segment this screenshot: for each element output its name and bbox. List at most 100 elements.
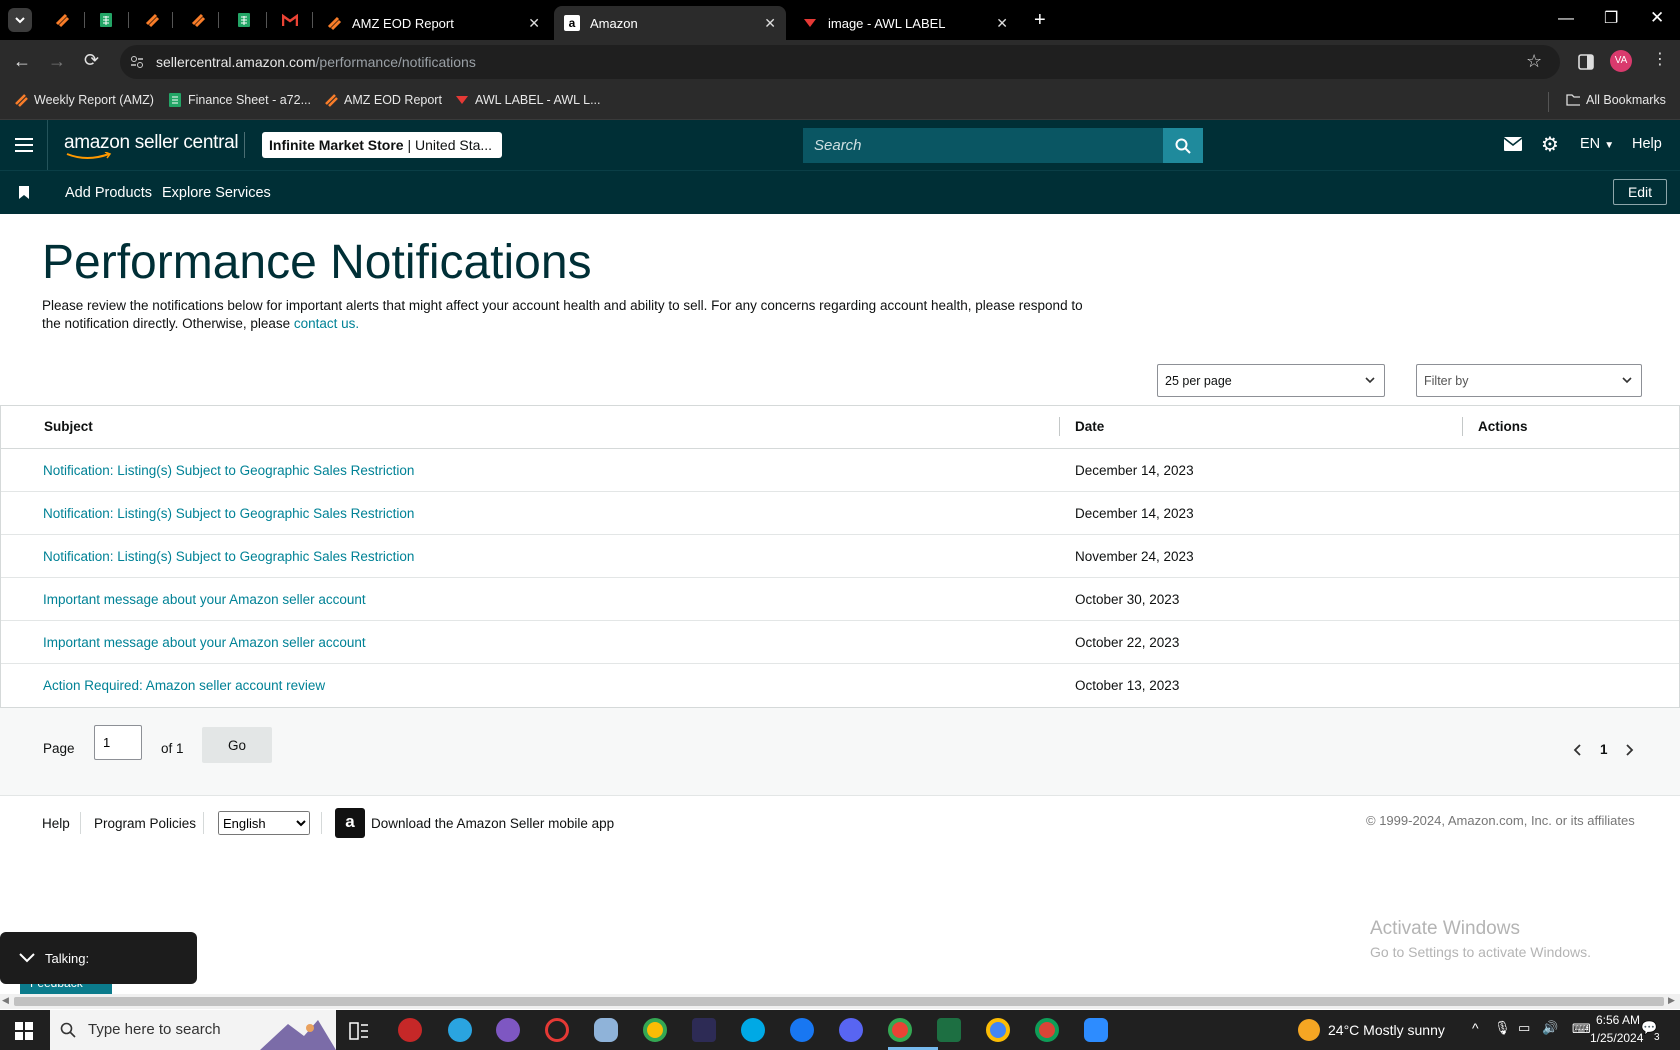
new-tab-icon[interactable]: + bbox=[1034, 9, 1046, 32]
notification-subject-link[interactable]: Important message about your Amazon sell… bbox=[43, 635, 366, 650]
footer-policies-link[interactable]: Program Policies bbox=[94, 816, 196, 831]
volume-icon[interactable]: 🔊 bbox=[1542, 1020, 1558, 1036]
site-info-icon[interactable] bbox=[130, 55, 144, 69]
col-subject[interactable]: Subject bbox=[44, 419, 93, 434]
chrome-icon[interactable] bbox=[643, 1018, 667, 1042]
side-panel-icon[interactable] bbox=[1578, 54, 1594, 70]
contact-us-link[interactable]: contact us. bbox=[294, 316, 359, 331]
clock-time[interactable]: 6:56 AM bbox=[1596, 1013, 1640, 1027]
pinned-tab-gradient-2[interactable] bbox=[140, 8, 164, 32]
nav-explore-services[interactable]: Explore Services bbox=[162, 185, 271, 201]
tray-overflow-icon[interactable]: ^ bbox=[1472, 1020, 1479, 1036]
windows-start-icon[interactable] bbox=[15, 1022, 33, 1040]
chevron-right-icon[interactable] bbox=[1624, 744, 1634, 756]
col-date[interactable]: Date bbox=[1075, 419, 1104, 434]
reload-icon[interactable]: ⟳ bbox=[84, 50, 99, 71]
chrome-profile-2-icon[interactable] bbox=[986, 1018, 1010, 1042]
settings-gear-icon[interactable]: ⚙ bbox=[1541, 132, 1559, 157]
taskbar-app-red-icon[interactable] bbox=[398, 1018, 422, 1042]
intro-text: Please review the notifications below fo… bbox=[42, 297, 1102, 333]
skype-icon[interactable] bbox=[741, 1018, 765, 1042]
discord-icon[interactable] bbox=[839, 1018, 863, 1042]
nav-add-products[interactable]: Add Products bbox=[65, 185, 152, 201]
filter-select[interactable]: Filter by bbox=[1416, 364, 1642, 397]
taskbar-app-clock-icon[interactable] bbox=[692, 1018, 716, 1042]
current-page[interactable]: 1 bbox=[1600, 742, 1608, 757]
language-select[interactable]: English bbox=[218, 811, 310, 835]
notification-subject-link[interactable]: Notification: Listing(s) Subject to Geog… bbox=[43, 463, 414, 478]
restore-icon[interactable]: ❐ bbox=[1604, 8, 1618, 28]
scroll-left-icon[interactable]: ◀ bbox=[2, 995, 9, 1006]
search-button[interactable] bbox=[1163, 128, 1203, 163]
bookmark-finance-sheet[interactable]: Finance Sheet - a72... bbox=[168, 93, 311, 107]
language-switcher[interactable]: EN ▼ bbox=[1580, 136, 1614, 152]
per-page-select[interactable]: 25 per page bbox=[1157, 364, 1385, 397]
scrollbar-thumb[interactable] bbox=[14, 997, 1664, 1006]
all-bookmarks[interactable]: All Bookmarks bbox=[1566, 93, 1666, 107]
edit-nav-button[interactable]: Edit bbox=[1613, 179, 1667, 205]
microphone-icon[interactable]: 🎙 bbox=[1494, 1020, 1511, 1036]
tab-amz-eod-report[interactable]: AMZ EOD Report ✕ bbox=[316, 6, 550, 40]
footer-help-link[interactable]: Help bbox=[42, 816, 70, 831]
zoom-icon[interactable] bbox=[1084, 1018, 1108, 1042]
forward-arrow-icon[interactable]: → bbox=[48, 51, 66, 72]
notification-subject-link[interactable]: Important message about your Amazon sell… bbox=[43, 592, 366, 607]
task-view-icon[interactable] bbox=[349, 1022, 369, 1040]
pinned-tab-gradient[interactable] bbox=[50, 8, 74, 32]
scroll-right-icon[interactable]: ▶ bbox=[1668, 995, 1675, 1006]
pinned-tab-sheets-2[interactable] bbox=[232, 8, 256, 32]
download-app-link[interactable]: Download the Amazon Seller mobile app bbox=[371, 816, 614, 831]
hamburger-menu-icon[interactable] bbox=[15, 138, 33, 152]
pinned-tab-gmail[interactable] bbox=[278, 8, 302, 32]
notification-subject-link[interactable]: Action Required: Amazon seller account r… bbox=[43, 678, 325, 693]
messenger-icon[interactable] bbox=[496, 1018, 520, 1042]
bookmark-icon[interactable] bbox=[19, 186, 29, 199]
tab-search-button[interactable] bbox=[8, 8, 32, 32]
chevron-down-icon[interactable] bbox=[18, 952, 36, 964]
network-icon[interactable]: ▭ bbox=[1518, 1020, 1530, 1036]
search-input[interactable] bbox=[803, 128, 1163, 163]
bookmark-awl-label[interactable]: AWL LABEL - AWL L... bbox=[455, 93, 601, 107]
telegram-icon[interactable] bbox=[448, 1018, 472, 1042]
bookmark-amz-eod[interactable]: AMZ EOD Report bbox=[324, 93, 442, 107]
notification-subject-link[interactable]: Notification: Listing(s) Subject to Geog… bbox=[43, 506, 414, 521]
chevron-left-icon[interactable] bbox=[1573, 744, 1583, 756]
excel-icon[interactable] bbox=[937, 1018, 961, 1042]
close-tab-icon[interactable]: ✕ bbox=[764, 15, 776, 32]
amazon-seller-central-logo[interactable]: amazon seller central bbox=[64, 132, 239, 159]
help-link[interactable]: Help bbox=[1632, 136, 1662, 152]
page-number-input[interactable] bbox=[94, 725, 142, 760]
close-tab-icon[interactable]: ✕ bbox=[528, 15, 540, 32]
taskbar-app-cloud-icon[interactable] bbox=[594, 1018, 618, 1042]
tab-awl-label[interactable]: image - AWL LABEL ✕ bbox=[792, 6, 1018, 40]
tab-amazon[interactable]: a Amazon ✕ bbox=[554, 6, 786, 40]
chrome-profile-icon[interactable] bbox=[888, 1018, 912, 1042]
chrome-profile-3-icon[interactable] bbox=[1035, 1018, 1059, 1042]
close-tab-icon[interactable]: ✕ bbox=[996, 15, 1008, 32]
close-window-icon[interactable]: ✕ bbox=[1650, 8, 1664, 28]
bookmark-star-icon[interactable]: ☆ bbox=[1526, 51, 1542, 72]
mail-icon[interactable] bbox=[1504, 137, 1522, 151]
horizontal-scrollbar[interactable]: ◀ ▶ bbox=[0, 994, 1680, 1009]
notification-subject-link[interactable]: Notification: Listing(s) Subject to Geog… bbox=[43, 549, 414, 564]
browser-menu-icon[interactable]: ⋮ bbox=[1652, 49, 1668, 69]
facebook-icon[interactable] bbox=[790, 1018, 814, 1042]
weather-text[interactable]: 24°C Mostly sunny bbox=[1328, 1022, 1445, 1038]
taskbar-search[interactable]: Type here to search bbox=[50, 1010, 336, 1050]
back-arrow-icon[interactable]: ← bbox=[13, 51, 31, 72]
bookmark-weekly-report[interactable]: Weekly Report (AMZ) bbox=[14, 93, 154, 107]
address-bar[interactable]: sellercentral.amazon.com/performance/not… bbox=[120, 45, 1560, 79]
seller-app-icon[interactable]: a bbox=[335, 808, 365, 838]
keyboard-icon[interactable]: ⌨ bbox=[1572, 1021, 1591, 1037]
browser-toolbar: ← → ⟳ sellercentral.amazon.com/performan… bbox=[0, 40, 1680, 86]
opera-icon[interactable] bbox=[545, 1018, 569, 1042]
pinned-tab-gradient-3[interactable] bbox=[186, 8, 210, 32]
pinned-tab-sheets[interactable] bbox=[94, 8, 118, 32]
clock-date[interactable]: 1/25/2024 bbox=[1590, 1031, 1643, 1045]
profile-avatar[interactable]: VA bbox=[1610, 50, 1632, 72]
go-button[interactable]: Go bbox=[202, 727, 272, 763]
weather-sun-icon[interactable] bbox=[1298, 1019, 1320, 1041]
store-selector[interactable]: Infinite Market Store | United Sta... bbox=[262, 132, 502, 158]
talking-widget[interactable]: Talking: bbox=[0, 932, 197, 984]
minimize-icon[interactable]: — bbox=[1558, 10, 1574, 28]
